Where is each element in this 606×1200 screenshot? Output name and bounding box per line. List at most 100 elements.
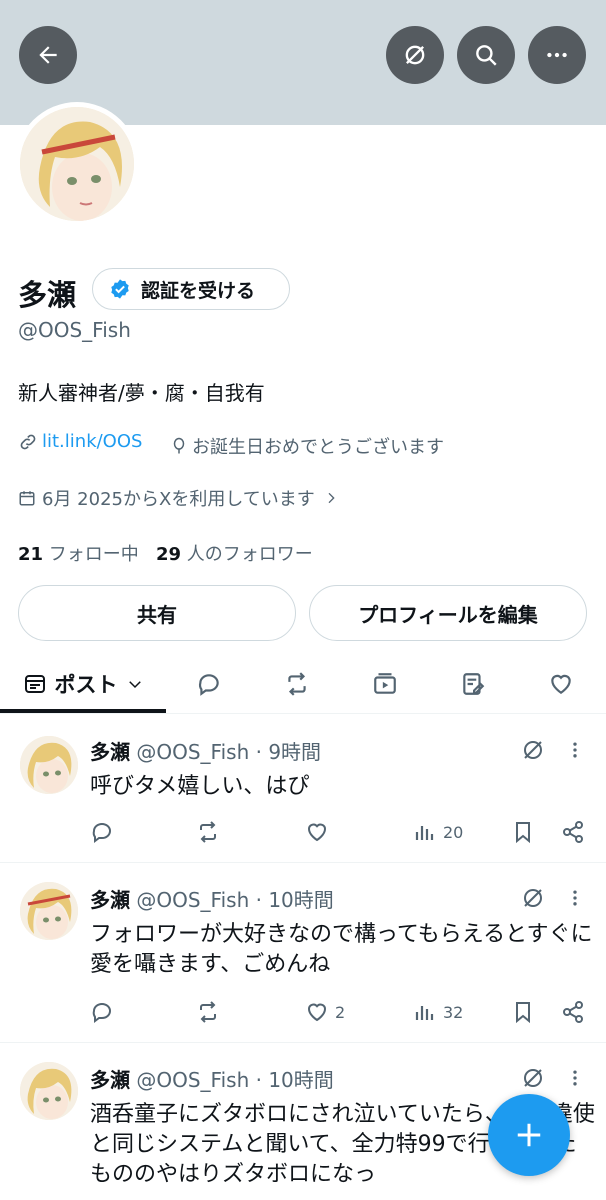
tab-replies[interactable] (178, 655, 240, 713)
post-avatar[interactable] (20, 882, 78, 940)
post-avatar[interactable] (20, 736, 78, 794)
posts-icon (24, 675, 45, 693)
profile-avatar[interactable] (15, 102, 139, 226)
get-verified-label: 認証を受ける (141, 279, 256, 302)
post-meta: @OOS_Fish · 10時間 (136, 888, 334, 912)
balloon-icon (173, 437, 185, 454)
reply-icon (198, 674, 219, 696)
follow-stats: 21 フォロー中 29 人のフォロワー (18, 540, 313, 566)
tab-videos[interactable] (354, 655, 416, 713)
repost-button[interactable] (196, 1000, 220, 1024)
followers-label: 人のフォロワー (186, 544, 313, 565)
birthday-row: お誕生日おめでとうございます (170, 433, 444, 459)
grok-icon[interactable] (521, 738, 545, 762)
calendar-icon (19, 491, 35, 506)
post-header: 多瀬 @OOS_Fish · 10時間 (90, 1064, 334, 1093)
bookmark-icon (516, 1002, 530, 1024)
profile-tabs: ポスト (0, 655, 606, 714)
views-button[interactable]: 32 (413, 1000, 463, 1024)
profile-link-row[interactable]: lit.link/OOS (18, 431, 142, 452)
following-label: フォロー中 (48, 544, 139, 565)
share-button[interactable]: 共有 (18, 585, 296, 641)
search-button[interactable] (457, 26, 515, 84)
views-button[interactable]: 20 (413, 820, 463, 844)
post-item[interactable]: 多瀬 @OOS_Fish · 10時間 フォロワーが大好きなので構ってもらえると… (0, 862, 606, 1043)
views-icon (415, 1006, 434, 1020)
active-tab-indicator (0, 709, 166, 713)
post-text: 呼びタメ嬉しい、はぴ (90, 774, 310, 799)
tab-reposts[interactable] (266, 655, 328, 713)
share-post-button[interactable] (561, 820, 585, 844)
views-icon (415, 826, 434, 840)
post-author-name[interactable]: 多瀬 (90, 888, 130, 912)
repost-icon (200, 821, 216, 843)
chevron-right-icon (328, 492, 335, 504)
post-more-icon[interactable] (565, 1068, 585, 1088)
more-icon (547, 52, 567, 58)
link-icon (20, 434, 36, 449)
profile-name: 多瀬 (18, 278, 77, 312)
reply-icon (92, 823, 111, 843)
post-author-name[interactable]: 多瀬 (90, 740, 130, 764)
back-arrow-icon (39, 46, 57, 64)
heart-icon (551, 674, 571, 694)
bookmark-button[interactable] (511, 1000, 535, 1024)
reply-button[interactable] (90, 1000, 114, 1024)
post-header: 多瀬 @OOS_Fish · 10時間 (90, 884, 334, 913)
more-options-button[interactable] (528, 26, 586, 84)
view-count: 32 (443, 1002, 464, 1022)
search-icon (476, 45, 497, 66)
compose-post-button[interactable] (488, 1094, 570, 1176)
post-item[interactable]: 多瀬 @OOS_Fish · 9時間 呼びタメ嬉しい、はぴ 20 (0, 714, 606, 863)
profile-link[interactable]: lit.link/OOS (42, 431, 142, 452)
post-more-icon[interactable] (565, 888, 585, 908)
edit-profile-button[interactable]: プロフィールを編集 (309, 585, 587, 641)
profile-handle: @OOS_Fish (18, 318, 131, 342)
post-meta: @OOS_Fish · 9時間 (136, 740, 322, 764)
tab-likes[interactable] (530, 655, 592, 713)
plus-icon (517, 1123, 541, 1147)
grok-icon[interactable] (521, 886, 545, 910)
share-icon (563, 1001, 583, 1023)
like-button[interactable]: 2 (305, 1000, 345, 1024)
following-link[interactable]: 21 フォロー中 (18, 544, 139, 565)
repost-button[interactable] (196, 820, 220, 844)
article-icon (463, 673, 485, 695)
like-button[interactable] (305, 820, 335, 844)
reply-icon (92, 1003, 111, 1023)
verified-badge-icon (111, 279, 129, 299)
share-icon (563, 821, 583, 843)
joined-row[interactable]: 6月 2025からXを利用しています (18, 485, 339, 511)
chevron-down-icon (128, 681, 141, 689)
tab-posts-label: ポスト (54, 673, 118, 697)
post-header: 多瀬 @OOS_Fish · 9時間 (90, 736, 321, 765)
grok-icon (405, 45, 425, 65)
bookmark-button[interactable] (511, 820, 535, 844)
view-count: 20 (443, 822, 464, 842)
profile-bio: 新人審神者/夢・腐・自我有 (18, 381, 265, 405)
post-text: フォロワーが大好きなので構ってもらえるとすぐに愛を囁きます、ごめんね (90, 922, 593, 977)
like-count: 2 (335, 1002, 346, 1022)
post-more-icon[interactable] (565, 740, 585, 760)
repost-icon (288, 672, 306, 696)
tab-articles[interactable] (442, 655, 504, 713)
back-button[interactable] (19, 26, 77, 84)
followers-count: 29 (155, 544, 182, 565)
post-avatar[interactable] (20, 1062, 78, 1120)
reply-button[interactable] (90, 820, 114, 844)
bookmark-icon (516, 822, 530, 844)
grok-button[interactable] (386, 26, 444, 84)
post-author-name[interactable]: 多瀬 (90, 1068, 130, 1092)
grok-icon[interactable] (521, 1066, 545, 1090)
following-count: 21 (18, 544, 44, 565)
repost-icon (200, 1001, 216, 1023)
followers-link[interactable]: 29 人のフォロワー (156, 544, 313, 565)
post-meta: @OOS_Fish · 10時間 (136, 1068, 334, 1092)
heart-icon (307, 823, 327, 842)
video-icon (374, 673, 396, 694)
share-post-button[interactable] (561, 1000, 585, 1024)
tab-posts[interactable]: ポスト (0, 655, 166, 713)
birthday-text: お誕生日おめでとうございます (192, 437, 444, 458)
get-verified-button[interactable]: 認証を受ける (92, 268, 290, 310)
joined-text: 6月 2025からXを利用しています (42, 489, 315, 510)
